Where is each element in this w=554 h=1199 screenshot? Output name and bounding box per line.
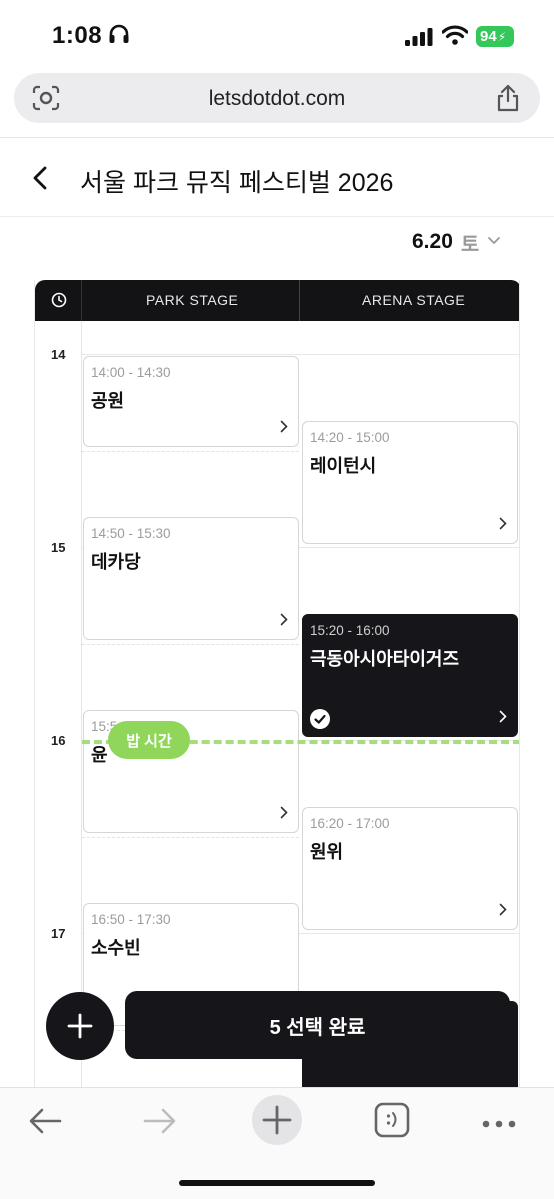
plus-icon [67, 1013, 93, 1039]
check-icon [310, 709, 330, 729]
selected-date: 6.20 [412, 230, 453, 253]
signal-icon [405, 28, 433, 51]
timetable-grid[interactable]: 14 15 16 17 14:00 - 14:30 공원 14:50 - 15:… [35, 321, 519, 1088]
hour-label: 15 [51, 540, 66, 555]
arrow-left-icon[interactable] [28, 1106, 62, 1141]
selected-weekday: 토 [460, 233, 480, 256]
half-hour-line [82, 837, 299, 838]
hour-label: 16 [51, 733, 66, 748]
tabs-icon[interactable] [374, 1102, 410, 1143]
performance-time: 16:50 - 17:30 [91, 912, 171, 927]
hour-label: 17 [51, 926, 66, 941]
chevron-right-icon [499, 903, 507, 921]
bolt-icon: ⚡ [497, 29, 507, 44]
half-hour-line [82, 644, 299, 645]
clock-icon [51, 292, 67, 313]
chevron-right-icon [280, 613, 288, 631]
battery-indicator: 94 ⚡ [476, 26, 514, 47]
performance-artist: 공원 [91, 391, 125, 411]
performance-artist: 윤 [91, 745, 108, 765]
chevron-down-icon [487, 233, 501, 251]
divider [299, 280, 300, 321]
meal-time-badge: 밥 시간 [108, 721, 190, 759]
more-icon[interactable] [482, 1115, 516, 1133]
divider [81, 321, 82, 1088]
back-button[interactable] [28, 163, 56, 193]
performance-time: 14:00 - 14:30 [91, 365, 171, 380]
battery-level: 94 [480, 28, 497, 45]
chevron-right-icon [280, 420, 288, 438]
hour-label: 14 [51, 347, 66, 362]
date-selector[interactable]: 6.20 토 [412, 228, 501, 256]
share-icon[interactable] [496, 84, 520, 117]
page-title: 서울 파크 뮤직 페스티벌 2026 [80, 169, 394, 197]
column-park-stage: PARK STAGE [146, 292, 239, 308]
headphones-icon [108, 24, 130, 49]
wifi-icon [441, 25, 469, 50]
hour-line [82, 354, 519, 355]
performance-time: 14:50 - 15:30 [91, 526, 171, 541]
back-chevron-icon [33, 166, 47, 190]
chevron-right-icon [280, 806, 288, 824]
address-bar[interactable]: letsdotdot.com [14, 73, 540, 123]
performance-artist: 원위 [310, 842, 344, 862]
half-hour-line [82, 451, 299, 452]
performance-artist: 극동아시아타이거즈 [310, 649, 460, 669]
performance-card[interactable]: 14:50 - 15:30 데카당 [83, 517, 299, 640]
performance-artist: 소수빈 [91, 938, 141, 958]
performance-card[interactable]: 14:00 - 14:30 공원 [83, 356, 299, 447]
add-button[interactable] [46, 992, 114, 1060]
new-tab-button[interactable] [251, 1094, 303, 1151]
timetable-header: PARK STAGE ARENA STAGE [35, 280, 519, 321]
performance-time: 16:20 - 17:00 [310, 816, 390, 831]
column-arena-stage: ARENA STAGE [362, 292, 466, 308]
home-indicator [179, 1180, 375, 1186]
complete-selection-button[interactable]: 5 선택 완료 [125, 991, 510, 1059]
performance-card[interactable]: 14:20 - 15:00 레이턴시 [302, 421, 518, 544]
chevron-right-icon [499, 710, 507, 728]
performance-time: 14:20 - 15:00 [310, 430, 390, 445]
performance-time: 15:20 - 16:00 [310, 623, 390, 638]
arrow-right-icon[interactable] [143, 1106, 177, 1141]
timetable: PARK STAGE ARENA STAGE 14 15 16 17 14:00… [34, 280, 520, 1088]
performance-card-selected[interactable]: 15:20 - 16:00 극동아시아타이거즈 [302, 614, 518, 737]
status-bar: 1:08 94 ⚡ [0, 0, 554, 70]
divider [0, 216, 554, 217]
url-text[interactable]: letsdotdot.com [14, 87, 540, 111]
divider [0, 137, 554, 138]
performance-card[interactable]: 16:20 - 17:00 원위 [302, 807, 518, 930]
status-time: 1:08 [52, 22, 103, 49]
performance-artist: 레이턴시 [310, 456, 377, 476]
performance-artist: 데카당 [91, 552, 141, 572]
chevron-right-icon [499, 517, 507, 535]
divider [81, 280, 82, 321]
plus-icon [252, 1095, 302, 1145]
